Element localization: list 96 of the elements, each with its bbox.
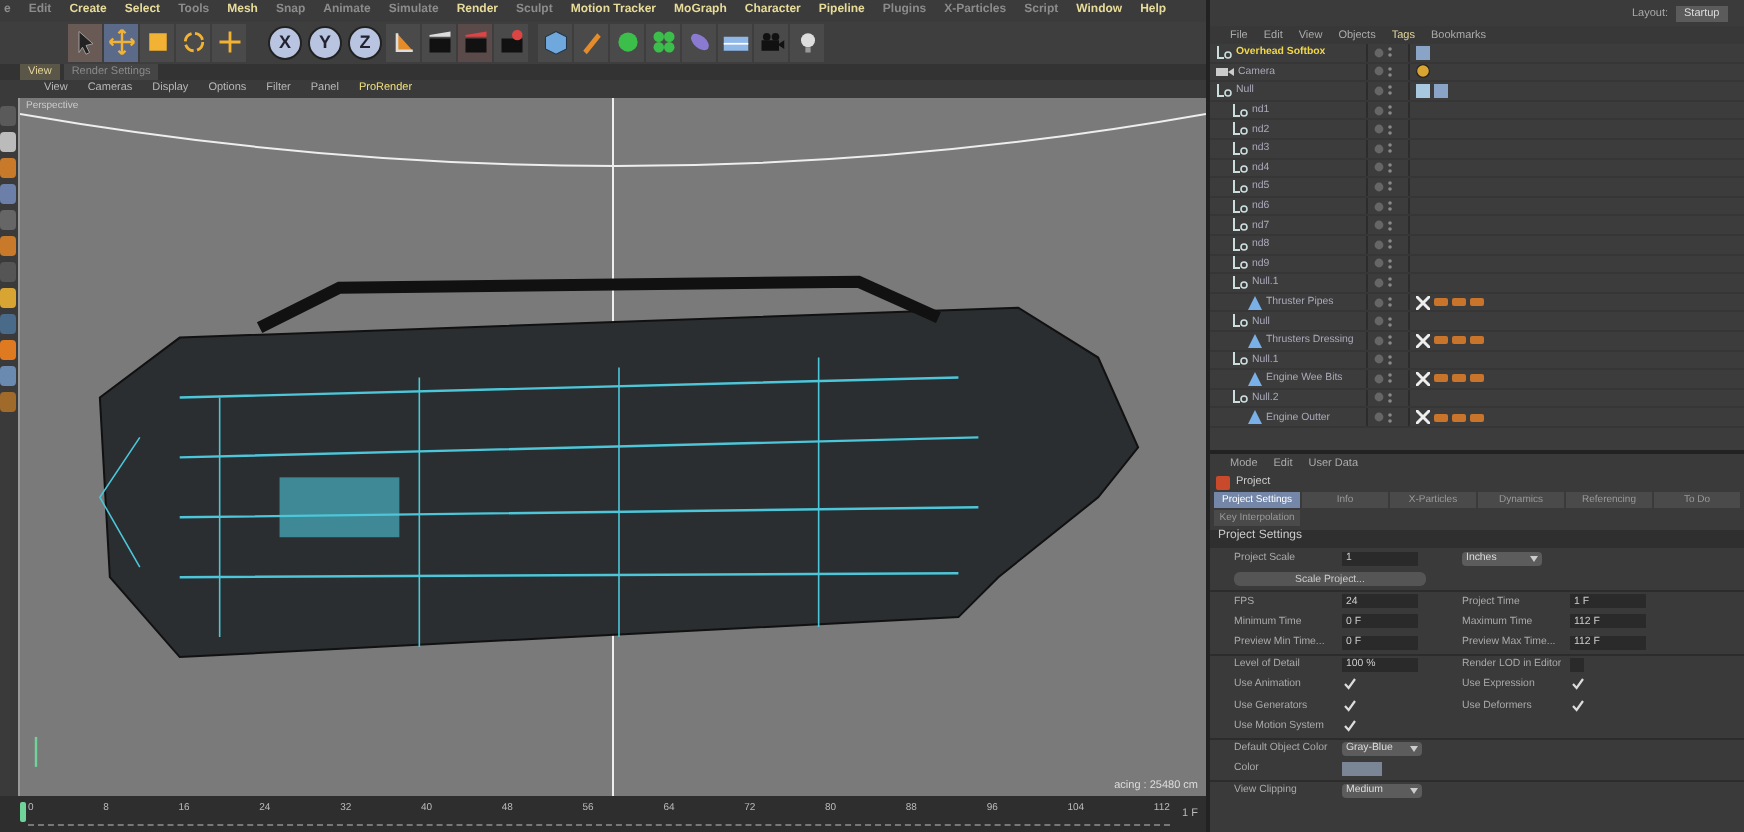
polygon-object-icon — [1248, 295, 1262, 310]
phong-tag-icon[interactable] — [1416, 371, 1430, 386]
cloner-icon — [649, 28, 677, 57]
clapboard-icon — [425, 28, 453, 57]
polygon-object-icon — [1248, 410, 1262, 425]
pen-tool[interactable] — [574, 23, 608, 62]
project-icon — [1216, 475, 1230, 489]
coordinate-tool[interactable] — [386, 23, 420, 62]
target-tag-icon[interactable] — [1416, 64, 1430, 79]
polygon-object-icon — [1248, 333, 1262, 348]
phong-tag-icon[interactable] — [1416, 295, 1430, 310]
visibility-dot-icon[interactable] — [1374, 316, 1384, 327]
null-object-icon — [1232, 199, 1248, 214]
rotate-tool[interactable] — [176, 23, 210, 62]
crosshair-icon — [215, 28, 243, 57]
visibility-dot-icon[interactable] — [1374, 412, 1384, 423]
tool-icon[interactable] — [0, 391, 16, 412]
cube-icon — [541, 28, 569, 57]
null-object-icon — [1216, 83, 1232, 98]
light-bulb-tool[interactable] — [790, 23, 824, 62]
pen-icon — [577, 28, 605, 57]
sphere-icon — [613, 28, 641, 57]
null-object-icon — [1232, 314, 1248, 329]
null-object-icon — [1232, 141, 1248, 156]
axis-lock-button[interactable]: Z — [348, 25, 382, 60]
visibility-dot-icon[interactable] — [1374, 181, 1384, 192]
playhead[interactable] — [20, 802, 26, 823]
color-swatch[interactable] — [1342, 761, 1382, 776]
visibility-dot-icon[interactable] — [1374, 258, 1384, 269]
visibility-dot-icon[interactable] — [1374, 85, 1384, 96]
visibility-dot-icon[interactable] — [1374, 201, 1384, 212]
visibility-dot-icon[interactable] — [1374, 354, 1384, 365]
display-tag-icon[interactable] — [1416, 45, 1430, 60]
texture-tag-icon[interactable] — [1416, 83, 1430, 98]
null-object-icon — [1232, 256, 1248, 271]
visibility-dot-icon[interactable] — [1374, 335, 1384, 346]
visibility-dot-icon[interactable] — [1374, 392, 1384, 403]
clapboard-icon — [497, 28, 525, 57]
camera-icon — [757, 28, 785, 57]
crosshair-tool[interactable] — [212, 23, 246, 62]
visibility-dot-icon[interactable] — [1374, 162, 1384, 173]
clapboard-icon — [461, 28, 489, 57]
axis-lock-button[interactable]: Y — [308, 25, 342, 60]
visibility-dot-icon[interactable] — [1374, 105, 1384, 116]
checkbox[interactable] — [1570, 677, 1584, 692]
null-object-icon — [1232, 218, 1248, 233]
clapboard-tool[interactable] — [422, 23, 456, 62]
display-tag-icon[interactable] — [1434, 83, 1448, 98]
null-object-icon — [1232, 237, 1248, 252]
floor-tool[interactable] — [718, 23, 752, 62]
move-tool[interactable] — [104, 23, 138, 62]
visibility-dot-icon[interactable] — [1374, 124, 1384, 135]
phong-tag-icon[interactable] — [1416, 333, 1430, 348]
polygon-object-icon — [1248, 371, 1262, 386]
visibility-dot-icon[interactable] — [1374, 220, 1384, 231]
null-object-icon — [1232, 103, 1248, 118]
scale-icon — [143, 28, 171, 57]
tool-icon[interactable] — [0, 183, 16, 204]
tool-icon[interactable] — [0, 339, 16, 360]
camera-icon — [1216, 65, 1234, 78]
checkbox[interactable] — [1342, 719, 1356, 734]
tool-icon[interactable] — [0, 157, 16, 178]
visibility-dot-icon[interactable] — [1374, 373, 1384, 384]
axis-lock-button[interactable]: X — [268, 25, 302, 60]
null-object-icon — [1232, 352, 1248, 367]
cloner-tool[interactable] — [646, 23, 680, 62]
null-object-icon — [1232, 122, 1248, 137]
null-object-icon — [1232, 390, 1248, 405]
tool-icon[interactable] — [0, 131, 16, 152]
caret-icon — [1530, 555, 1538, 562]
checkbox[interactable] — [1570, 698, 1584, 713]
caret-icon — [1410, 787, 1418, 794]
null-object-icon — [1232, 275, 1248, 290]
rotate-icon — [179, 28, 207, 57]
caret-icon — [1410, 745, 1418, 752]
checkbox[interactable] — [1342, 698, 1356, 713]
null-object-icon — [1232, 160, 1248, 175]
tool-icon[interactable] — [0, 287, 16, 308]
visibility-dot-icon[interactable] — [1374, 239, 1384, 250]
visibility-dot-icon[interactable] — [1374, 143, 1384, 154]
visibility-dot-icon[interactable] — [1374, 297, 1384, 308]
checkbox[interactable] — [1342, 677, 1356, 692]
visibility-dot-icon[interactable] — [1374, 277, 1384, 288]
scale-tool[interactable] — [140, 23, 174, 62]
axis-gizmo-icon — [34, 736, 38, 767]
null-object-icon — [1232, 179, 1248, 194]
cube-tool[interactable] — [538, 23, 572, 62]
visibility-dot-icon[interactable] — [1374, 66, 1384, 77]
cursor-tool[interactable] — [68, 23, 102, 62]
null-object-icon — [1216, 45, 1232, 60]
tool-icon[interactable] — [0, 235, 16, 256]
sphere-tool[interactable] — [610, 23, 644, 62]
tool-icon[interactable] — [0, 365, 16, 386]
move-icon — [107, 28, 135, 57]
visibility-dot-icon[interactable] — [1374, 47, 1384, 58]
phong-tag-icon[interactable] — [1416, 410, 1430, 425]
